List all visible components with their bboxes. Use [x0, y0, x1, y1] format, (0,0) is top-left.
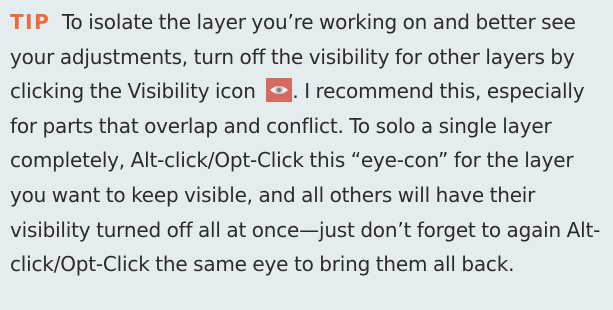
tip-label: TIP: [10, 10, 51, 34]
eye-icon: [266, 78, 293, 103]
tip-box: TIP To isolate the layer you’re working …: [0, 0, 613, 310]
tip-text-after-icon: . I recommend this, especially for parts…: [10, 79, 601, 277]
